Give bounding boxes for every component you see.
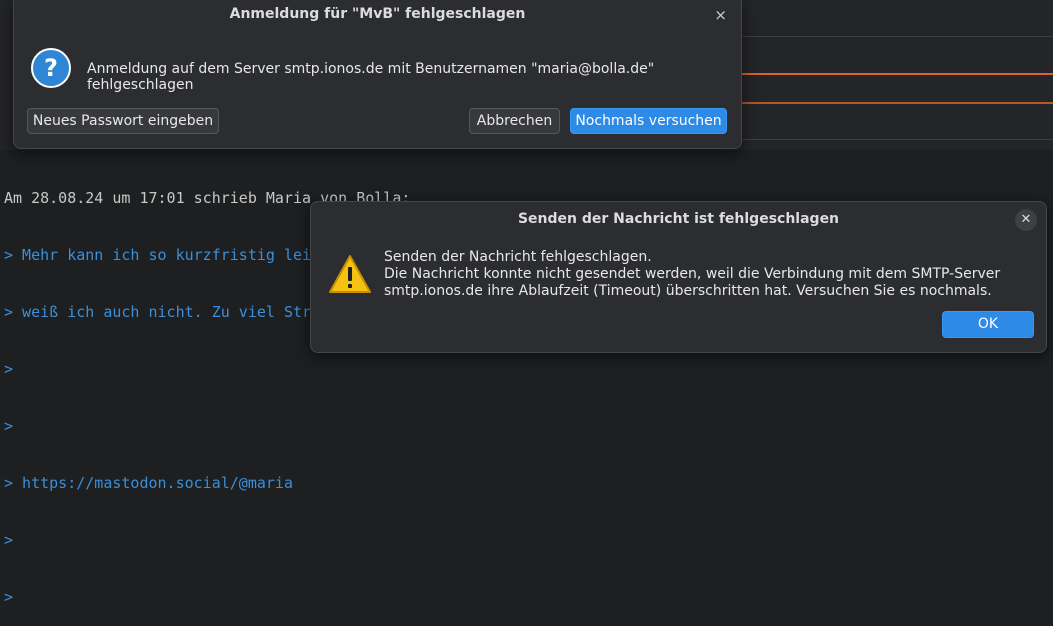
quote-line: >	[4, 531, 14, 549]
login-failed-dialog: Anmeldung für "MvB" fehlgeschlagen × ? A…	[13, 0, 742, 149]
quote-link[interactable]: > https://mastodon.social/@maria	[4, 474, 1044, 493]
message-line: Senden der Nachricht fehlgeschlagen.	[384, 249, 652, 265]
dialog-message: Anmeldung auf dem Server smtp.ionos.de m…	[87, 61, 655, 93]
close-icon[interactable]: ×	[714, 6, 727, 24]
message-line: smtp.ionos.de ihre Ablaufzeit (Timeout) …	[384, 283, 992, 299]
warning-icon	[329, 255, 371, 293]
new-password-button[interactable]: Neues Passwort eingeben	[27, 108, 219, 134]
dialog-title: Anmeldung für "MvB" fehlgeschlagen	[229, 6, 526, 22]
question-icon: ?	[31, 48, 71, 88]
dialog-title: Senden der Nachricht ist fehlgeschlagen	[517, 211, 840, 227]
retry-button[interactable]: Nochmals versuchen	[570, 108, 727, 134]
close-icon[interactable]: ✕	[1015, 209, 1037, 231]
dialog-message: Senden der Nachricht fehlgeschlagen. Die…	[384, 249, 1000, 300]
send-failed-dialog: Senden der Nachricht ist fehlgeschlagen …	[310, 201, 1047, 353]
message-line: Die Nachricht konnte nicht gesendet werd…	[384, 266, 1001, 282]
cancel-button[interactable]: Abbrechen	[469, 108, 560, 134]
ok-button[interactable]: OK	[942, 311, 1034, 338]
quote-line: >	[4, 588, 14, 606]
quote-line: >	[4, 417, 14, 435]
